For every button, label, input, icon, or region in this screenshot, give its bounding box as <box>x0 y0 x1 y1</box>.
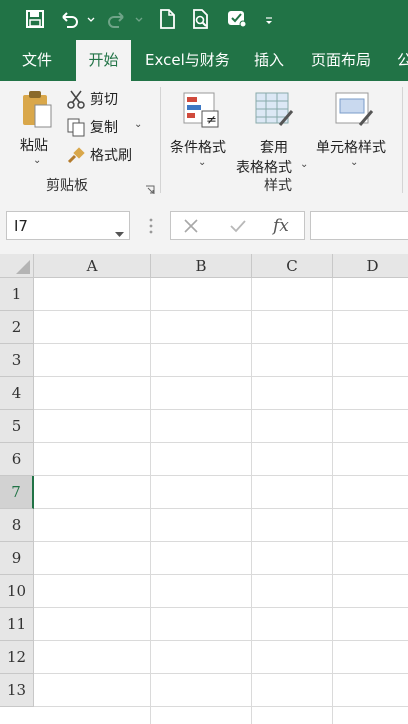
paste-label: 粘贴 <box>20 138 48 154</box>
row-header-11[interactable]: 11 <box>0 608 34 641</box>
conditional-format-button[interactable]: ≠ 条件格式 ⌄ <box>168 89 234 169</box>
redo-dropdown-icon[interactable] <box>134 8 144 30</box>
format-as-table-dropdown-icon: ⌄ <box>300 159 309 170</box>
formula-buttons: fx <box>170 211 305 240</box>
insert-function-icon[interactable]: fx <box>271 215 295 239</box>
format-as-table-label-line1: 套用 <box>260 140 288 156</box>
cell-styles-icon <box>334 91 374 133</box>
tab-file[interactable]: 文件 <box>22 40 52 81</box>
tab-page-layout[interactable]: 页面布局 <box>311 40 371 81</box>
column-header-b[interactable]: B <box>151 254 252 278</box>
touch-mode-icon[interactable] <box>226 8 248 30</box>
row-header-4[interactable]: 4 <box>0 377 34 410</box>
undo-icon[interactable] <box>58 8 80 30</box>
ribbon-tabs: 文件 开始 Excel与财务 插入 页面布局 公 <box>0 40 408 81</box>
cell-styles-button[interactable]: 单元格样式 ⌄ <box>314 89 396 169</box>
format-as-table-icon <box>254 91 294 133</box>
cell-styles-label: 单元格样式 <box>316 140 386 156</box>
name-box[interactable]: I7 <box>6 211 130 240</box>
gridline <box>34 376 408 377</box>
cell-styles-dropdown-icon: ⌄ <box>350 157 359 168</box>
gridline <box>34 409 408 410</box>
svg-text:≠: ≠ <box>206 113 217 128</box>
ribbon-home: 粘贴 ⌄ 剪切 复制 ⌄ 格式刷 剪贴板 ≠ 条件格式 ⌄ 套用 表格格式 ⌄ … <box>0 81 408 200</box>
name-box-value: I7 <box>14 217 28 235</box>
gridline <box>34 640 408 641</box>
conditional-format-dropdown-icon: ⌄ <box>198 157 207 168</box>
row-header-12[interactable]: 12 <box>0 641 34 674</box>
gridline <box>251 278 252 724</box>
cut-button[interactable]: 剪切 <box>66 89 126 111</box>
formula-bar-grip-icon[interactable] <box>149 218 153 238</box>
row-header-5[interactable]: 5 <box>0 410 34 443</box>
gridline <box>34 310 408 311</box>
clipboard-launcher-icon[interactable] <box>145 180 155 199</box>
enter-icon[interactable] <box>229 218 247 238</box>
row-header-13[interactable]: 13 <box>0 674 34 707</box>
paste-icon <box>20 89 54 133</box>
gridline <box>34 541 408 542</box>
print-preview-icon[interactable] <box>190 8 212 30</box>
paste-dropdown-icon: ⌄ <box>33 155 42 166</box>
formula-bar: I7 fx <box>0 199 408 254</box>
row-header-1[interactable]: 1 <box>0 278 34 311</box>
row-header-2[interactable]: 2 <box>0 311 34 344</box>
column-header-a[interactable]: A <box>34 254 151 278</box>
row-header-7[interactable]: 7 <box>0 476 34 509</box>
row-header-10[interactable]: 10 <box>0 575 34 608</box>
cut-label: 剪切 <box>90 92 118 108</box>
gridline <box>34 673 408 674</box>
row-header-8[interactable]: 8 <box>0 509 34 542</box>
tab-insert[interactable]: 插入 <box>254 40 284 81</box>
gridline <box>34 508 408 509</box>
conditional-format-icon: ≠ <box>182 91 220 133</box>
gridline <box>34 607 408 608</box>
format-painter-button[interactable]: 格式刷 <box>66 145 138 167</box>
copy-icon <box>66 117 86 141</box>
gridline <box>332 278 333 724</box>
tab-home[interactable]: 开始 <box>76 40 131 81</box>
format-painter-label: 格式刷 <box>90 148 132 164</box>
format-as-table-button[interactable]: 套用 表格格式 ⌄ <box>236 89 310 176</box>
gridline <box>150 278 151 724</box>
cancel-icon[interactable] <box>183 218 199 238</box>
column-header-c[interactable]: C <box>252 254 333 278</box>
formula-input[interactable] <box>310 211 408 240</box>
copy-label: 复制 <box>90 120 118 136</box>
scissors-icon <box>66 89 86 113</box>
undo-dropdown-icon[interactable] <box>86 8 96 30</box>
tab-excel-finance[interactable]: Excel与财务 <box>145 40 230 81</box>
gridline <box>34 442 408 443</box>
gridline <box>34 343 408 344</box>
ribbon-divider <box>160 87 161 193</box>
name-box-dropdown-icon[interactable] <box>115 223 124 242</box>
gridline <box>34 706 408 707</box>
select-all-button[interactable] <box>0 254 34 278</box>
save-icon[interactable] <box>24 8 46 30</box>
redo-icon[interactable] <box>106 8 128 30</box>
row-header-9[interactable]: 9 <box>0 542 34 575</box>
svg-text:fx: fx <box>271 216 289 235</box>
styles-group-label: 样式 <box>264 178 292 194</box>
quick-access-toolbar <box>0 0 408 40</box>
row-header-6[interactable]: 6 <box>0 443 34 476</box>
ribbon-divider <box>402 87 403 193</box>
paste-button[interactable]: 粘贴 ⌄ <box>14 87 60 167</box>
clipboard-group-label: 剪贴板 <box>46 178 88 194</box>
gridline <box>34 475 408 476</box>
gridline <box>34 574 408 575</box>
paintbrush-icon <box>66 145 86 169</box>
column-header-d[interactable]: D <box>333 254 408 278</box>
new-file-icon[interactable] <box>156 8 178 30</box>
format-as-table-label-line2: 表格格式 <box>236 160 292 176</box>
conditional-format-label: 条件格式 <box>170 140 226 156</box>
copy-button[interactable]: 复制 ⌄ <box>66 117 146 139</box>
customize-qat-icon[interactable] <box>262 8 276 30</box>
worksheet-grid[interactable]: A B C D 1 2 3 4 5 6 7 8 9 10 11 12 13 <box>0 254 408 724</box>
row-header-3[interactable]: 3 <box>0 344 34 377</box>
copy-dropdown-icon: ⌄ <box>134 119 143 130</box>
tab-formulas-partial[interactable]: 公 <box>397 40 408 81</box>
